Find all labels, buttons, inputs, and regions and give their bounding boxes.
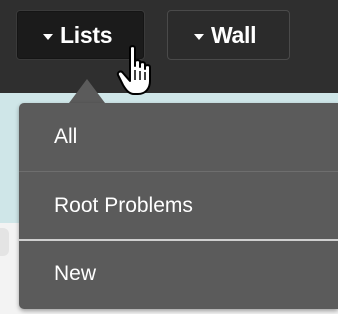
wall-dropdown-button[interactable]: Wall [167, 10, 290, 60]
caret-down-icon [194, 33, 204, 40]
menu-item-label: Root Problems [54, 193, 193, 217]
menu-item-new[interactable]: New [19, 239, 338, 307]
wall-button-label: Wall [211, 21, 257, 48]
caret-down-icon [43, 33, 53, 40]
lists-dropdown-menu: All Root Problems New [19, 103, 338, 309]
hand-pointer-cursor-icon [116, 45, 151, 95]
menu-item-root-problems[interactable]: Root Problems [19, 171, 338, 239]
partially-hidden-element [0, 228, 9, 256]
lists-button-label: Lists [60, 21, 113, 48]
menu-item-all[interactable]: All [19, 103, 338, 171]
menu-item-label: All [54, 125, 78, 148]
menu-item-label: New [54, 262, 97, 285]
menu-pointer-arrow [69, 79, 105, 103]
